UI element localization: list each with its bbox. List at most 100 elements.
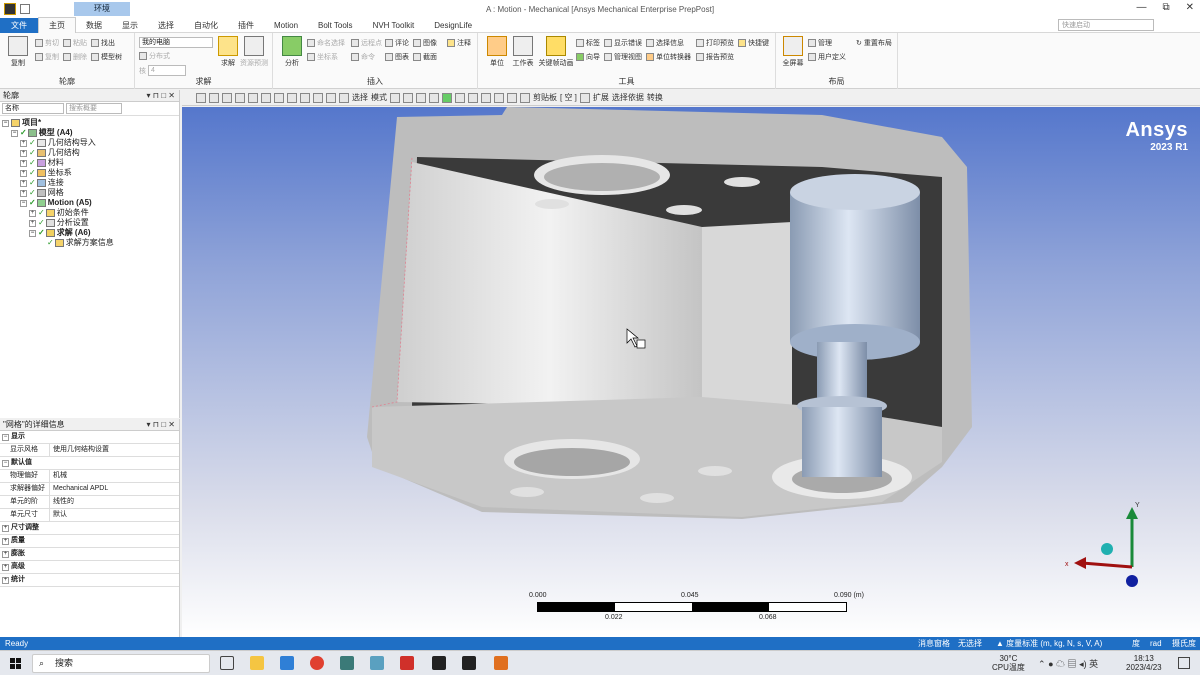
clock[interactable]: 18:13 2023/4/23: [1126, 654, 1162, 672]
zoom-fit-icon[interactable]: [300, 92, 310, 103]
extend-dropdown[interactable]: 扩展: [593, 92, 609, 103]
annotation-button[interactable]: 注释: [447, 38, 471, 48]
details-row[interactable]: 求解器偏好 Mechanical APDL: [0, 483, 179, 496]
cores-field[interactable]: 核4: [139, 65, 186, 76]
convert-dropdown[interactable]: 转换: [647, 92, 663, 103]
expand-icon[interactable]: +: [2, 563, 9, 571]
report-preview-button[interactable]: 报告预览: [696, 52, 734, 62]
tree-item[interactable]: + ✓ 材料: [2, 158, 179, 168]
details-section-header[interactable]: + 质量: [0, 535, 179, 548]
details-row[interactable]: 物理偏好 机械: [0, 470, 179, 483]
details-value[interactable]: Mechanical APDL: [50, 483, 108, 495]
details-section-header[interactable]: + 尺寸调整: [0, 522, 179, 535]
chart-button[interactable]: 图表: [385, 52, 409, 62]
print-preview-button[interactable]: 打印预览: [696, 38, 734, 48]
app-icon[interactable]: [340, 656, 354, 670]
taskbar-search-box[interactable]: ⌕ 搜索: [32, 654, 210, 673]
tree-item[interactable]: + ✓ 分析设置: [2, 218, 179, 228]
messages-pane-button[interactable]: 消息窗格: [918, 637, 950, 650]
unit-converter-button[interactable]: 单位转换器: [646, 52, 691, 62]
notification-icon[interactable]: [1178, 657, 1190, 669]
zoom-in-icon[interactable]: [196, 92, 206, 103]
distributed-checkbox[interactable]: 分布式: [139, 51, 170, 61]
close-icon[interactable]: ✕: [1186, 2, 1194, 13]
copy-big-button[interactable]: 复制: [3, 36, 33, 68]
input-language[interactable]: 英: [1089, 659, 1098, 669]
previous-view-icon[interactable]: [326, 92, 336, 103]
wps-icon[interactable]: [400, 656, 414, 670]
details-row[interactable]: 单元尺寸 默认: [0, 509, 179, 522]
wizard-button[interactable]: 向导: [576, 52, 600, 62]
magnifier-icon[interactable]: [313, 92, 323, 103]
element-face-icon[interactable]: [455, 92, 465, 103]
worksheet-button[interactable]: 工作表: [508, 36, 538, 68]
tab-nvh-toolkit[interactable]: NVH Toolkit: [363, 18, 425, 33]
comment-button[interactable]: 评论: [385, 38, 409, 48]
shading-icon[interactable]: [235, 92, 245, 103]
tree-item[interactable]: + ✓ 初始条件: [2, 208, 179, 218]
expand-icon[interactable]: +: [20, 159, 27, 167]
minimize-icon[interactable]: —: [1136, 2, 1146, 13]
expand-icon[interactable]: −: [2, 433, 9, 441]
reset-layout-button[interactable]: ↻ 重置布局: [856, 38, 892, 48]
next-view-icon[interactable]: [339, 92, 349, 103]
tray-chevron-icon[interactable]: ⌃: [1038, 659, 1046, 669]
tree-item[interactable]: − 项目*: [2, 118, 179, 128]
expand-icon[interactable]: +: [29, 219, 36, 227]
expand-icon[interactable]: +: [20, 179, 27, 187]
tab-automation[interactable]: 自动化: [184, 18, 228, 33]
details-row[interactable]: 显示风格 使用几何结构设置: [0, 444, 179, 457]
tree-item[interactable]: − ✓ 求解 (A6): [2, 228, 179, 238]
element-select-icon[interactable]: [468, 92, 478, 103]
recorder-icon[interactable]: [494, 656, 508, 670]
edge-select-icon[interactable]: [403, 92, 413, 103]
mechanical-icon[interactable]: [462, 656, 476, 670]
expand-icon[interactable]: +: [20, 149, 27, 157]
expand-icon[interactable]: −: [29, 229, 36, 237]
section-button[interactable]: 截面: [413, 52, 437, 62]
select-all-icon[interactable]: [481, 92, 491, 103]
outline-search-input[interactable]: 搜索概要: [66, 103, 122, 114]
expand-icon[interactable]: −: [2, 119, 9, 127]
windows-start-icon[interactable]: [10, 658, 21, 669]
shortcuts-button[interactable]: 快捷键: [738, 38, 769, 48]
notes-icon[interactable]: [370, 656, 384, 670]
angle-unit-rad[interactable]: rad: [1150, 637, 1162, 650]
details-value[interactable]: 使用几何结构设置: [50, 444, 109, 456]
node-select-icon[interactable]: [442, 92, 452, 103]
manage-views-button[interactable]: 管理视图: [604, 52, 642, 62]
temperature-unit[interactable]: 摄氏度: [1172, 637, 1196, 650]
weather-widget[interactable]: 30°C CPU温度: [992, 654, 1025, 672]
tab-plugins[interactable]: 插件: [228, 18, 264, 33]
cloud-icon[interactable]: ☁: [1056, 659, 1065, 669]
zoom-box-icon[interactable]: [287, 92, 297, 103]
tree-item[interactable]: + ✓ 连接: [2, 178, 179, 188]
manage-button[interactable]: 管理: [808, 38, 832, 48]
expand-icon[interactable]: +: [20, 139, 27, 147]
details-value[interactable]: 线性的: [50, 496, 74, 508]
expand-icon[interactable]: +: [2, 550, 9, 558]
expand-icon[interactable]: +: [2, 537, 9, 545]
quick-launch-input[interactable]: 快速启动: [1058, 19, 1154, 31]
triad-widget[interactable]: Y x: [1065, 502, 1140, 587]
tab-data[interactable]: 数据: [76, 18, 112, 33]
tab-file[interactable]: 文件: [0, 17, 38, 33]
tree-button[interactable]: 模型树: [91, 52, 122, 62]
paste-button[interactable]: 粘贴: [63, 38, 87, 48]
analysis-button[interactable]: 分析: [277, 36, 307, 68]
outline-panel-controls[interactable]: ▾ ⊓ □ ✕: [147, 90, 175, 102]
expand-icon[interactable]: −: [2, 459, 9, 467]
details-section-header[interactable]: − 默认值: [0, 457, 179, 470]
context-tab-environment[interactable]: 环境: [74, 2, 130, 16]
tag-button[interactable]: 标签: [576, 38, 600, 48]
tree-item[interactable]: − ✓ Motion (A5): [2, 198, 179, 208]
expand-icon[interactable]: +: [2, 576, 9, 584]
body-select-icon[interactable]: [429, 92, 439, 103]
mail-icon[interactable]: [280, 656, 294, 670]
details-row[interactable]: 单元的阶 线性的: [0, 496, 179, 509]
keyframe-animation-button[interactable]: 关键帧动画: [538, 36, 574, 68]
invert-selection-icon[interactable]: [494, 92, 504, 103]
iso-view-icon[interactable]: [222, 92, 232, 103]
clipboard-dropdown[interactable]: 剪贴板: [533, 92, 557, 103]
expand-icon[interactable]: +: [29, 209, 36, 217]
